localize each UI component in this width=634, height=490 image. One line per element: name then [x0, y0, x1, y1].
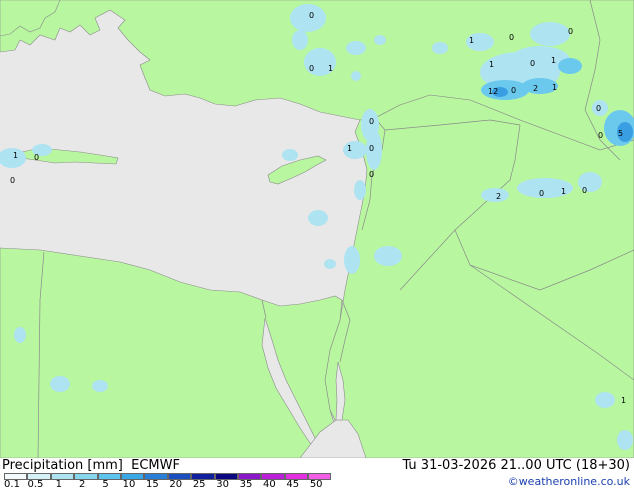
- scale-tick-label: 5: [102, 479, 109, 490]
- scale-tick-label: 20: [169, 479, 183, 490]
- credit-link[interactable]: ©weatheronline.co.uk: [508, 475, 630, 488]
- scale-tick-label: 40: [263, 479, 276, 490]
- precipitation-map: 0 1 0 0 1 0 1 0 1 12 0 2 1 0 5 0 1 0 0 1…: [0, 0, 634, 458]
- value-label: 1: [347, 144, 352, 153]
- legend-footer: Precipitation [mm] ECMWF Tu 31-03-2026 2…: [0, 458, 634, 490]
- value-label: 0: [530, 59, 535, 68]
- value-label: 5: [618, 129, 623, 138]
- value-label: 1: [561, 187, 566, 196]
- precip-title: Precipitation [mm] ECMWF: [2, 458, 180, 473]
- value-label: 0: [369, 117, 374, 126]
- scale-tick-label: 50: [309, 479, 323, 490]
- value-label: 1: [469, 36, 474, 45]
- value-label: 0: [34, 153, 39, 162]
- scale-tick-label: 15: [146, 479, 159, 490]
- value-label: 1: [551, 56, 556, 65]
- valid-time: Tu 31-03-2026 21..00 UTC (18+30): [402, 458, 630, 473]
- value-label: 1: [13, 151, 18, 160]
- scale-tick-label: 1: [55, 479, 62, 490]
- weather-map-screen: 0 1 0 0 1 0 1 0 1 12 0 2 1 0 5 0 1 0 0 1…: [0, 0, 634, 490]
- value-label: 0: [582, 186, 587, 195]
- scale-tick-label: 30: [216, 479, 229, 490]
- value-label: 0: [596, 104, 601, 113]
- value-label: 0: [511, 86, 516, 95]
- scale-tick-label: 25: [192, 479, 206, 490]
- value-label: 0: [369, 144, 374, 153]
- value-label: 1: [489, 60, 494, 69]
- scale-tick-label: 0.1: [4, 479, 20, 490]
- value-label: 0: [598, 131, 603, 140]
- value-label: 0: [309, 64, 314, 73]
- scale-tick-label: 0.5: [27, 479, 44, 490]
- value-label: 1: [328, 64, 333, 73]
- value-label: 2: [496, 192, 501, 201]
- color-scale-ticks: 0.1 0.5 1 2 5 10 15 20 25 30 35 40 45 50: [0, 479, 330, 490]
- value-label: 0: [568, 27, 573, 36]
- scale-tick-label: 45: [286, 479, 300, 490]
- value-label: 12: [488, 87, 498, 96]
- value-label: 0: [509, 33, 514, 42]
- value-label: 2: [533, 84, 538, 93]
- value-label: 0: [369, 170, 374, 179]
- value-label: 0: [309, 11, 314, 20]
- value-label: 0: [10, 176, 15, 185]
- scale-tick-label: 35: [239, 479, 253, 490]
- value-label: 1: [621, 396, 626, 405]
- scale-tick-label: 2: [79, 479, 86, 490]
- value-label: 1: [552, 83, 557, 92]
- scale-tick-label: 10: [122, 479, 136, 490]
- value-label: 0: [539, 189, 544, 198]
